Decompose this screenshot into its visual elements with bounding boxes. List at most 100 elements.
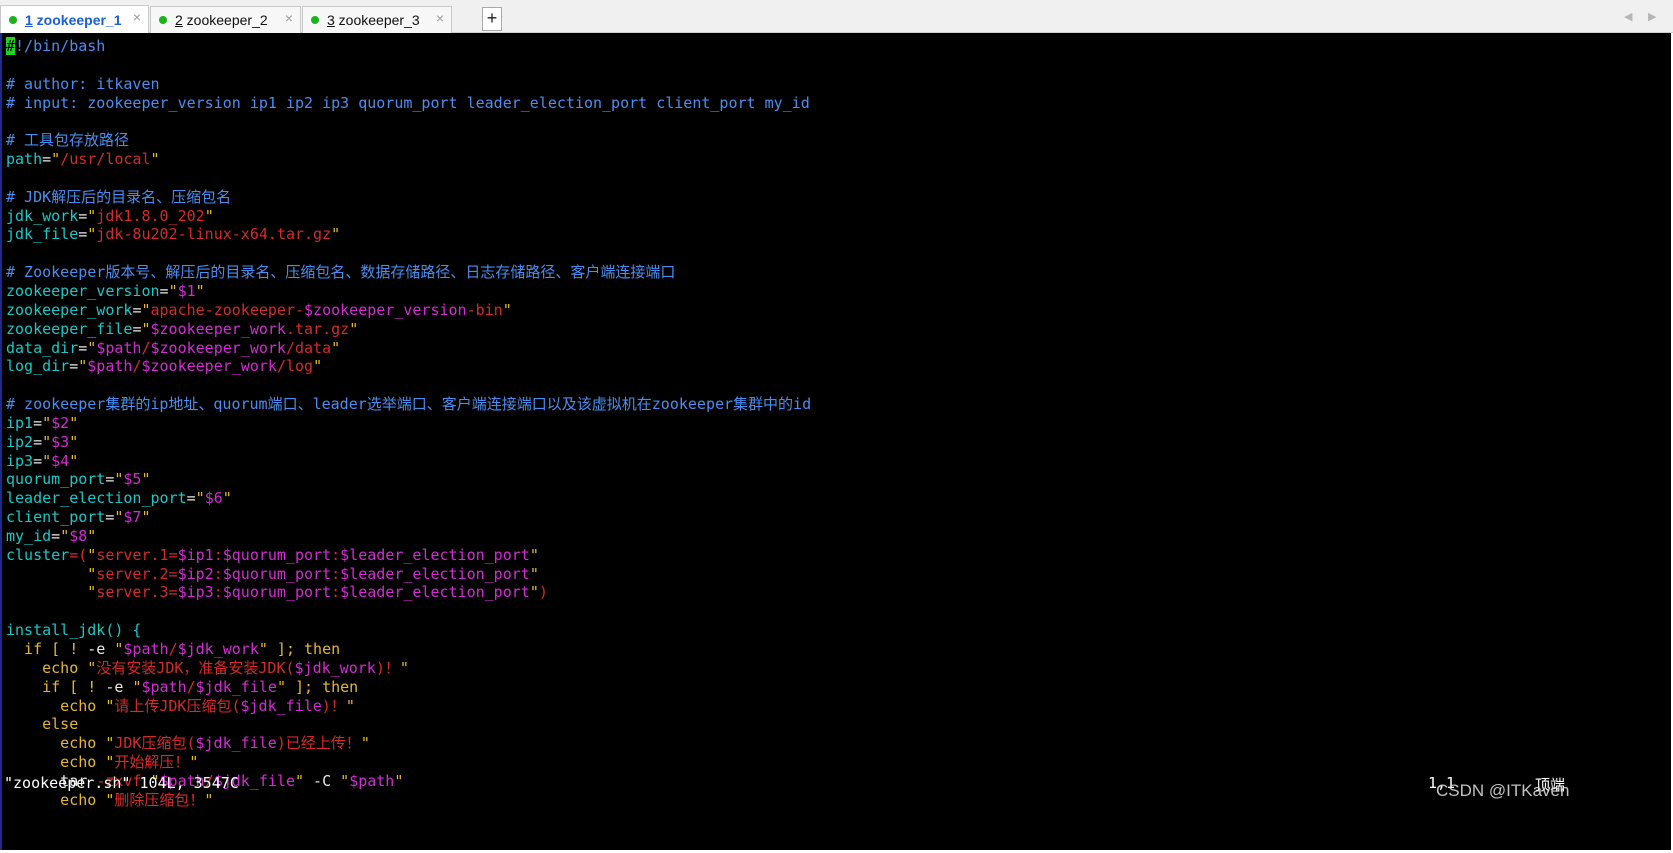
code-line: #!/bin/bash [6,37,811,56]
tab-label: 1 zookeeper_1 [25,11,122,28]
code-line: jdk_work="jdk1.8.0_202" [6,207,811,226]
tab-zookeeper-3[interactable]: 3 zookeeper_3 × [302,6,452,33]
code-token: .tar.gz [285,319,350,338]
code-token: echo [6,753,106,772]
code-token: : [331,545,341,564]
code-token: $path [87,357,133,376]
code-line: leader_election_port="$6" [6,489,811,508]
code-line: zookeeper_version="$1" [6,282,811,301]
code-token: = [69,357,79,376]
code-token: " [87,658,97,677]
code-token: # 工具包存放路径 [6,131,130,150]
code-token: " [87,583,97,602]
code-token: /data [285,338,332,357]
code-token: / [168,640,178,658]
code-token: = [159,281,169,300]
code-token: $ip3 [177,583,214,602]
code-token: client_port [6,508,106,527]
code-token: -e [87,640,106,658]
code-token: " [529,564,539,583]
close-tab-icon[interactable]: × [436,10,444,26]
code-line: "server.2=$ip2:$quorum_port:$leader_elec… [6,565,811,584]
code-token: " [51,150,61,169]
code-line: ip1="$2" [6,414,811,433]
code-token: log_dir [6,357,70,376]
code-line: echo "没有安装JDK，准备安装JDK($jdk_work)！" [6,659,811,678]
code-token: " [529,545,539,564]
code-line: # Zookeeper版本号、解压后的目录名、压缩包名、数据存储路径、日志存储路… [6,263,811,282]
code-token: : [213,583,223,602]
close-tab-icon[interactable]: × [285,10,293,26]
code-line: quorum_port="$5" [6,470,811,489]
code-token: " [399,658,409,677]
code-token: " [69,413,79,432]
code-token: $4 [51,451,70,470]
code-line: cluster=("server.1=$ip1:$quorum_port:$le… [6,546,811,565]
tab-label: 2 zookeeper_2 [175,12,268,28]
code-token: zookeeper_file [6,319,133,338]
tab-label: 3 zookeeper_3 [327,12,420,28]
code-token: " [69,451,79,470]
code-token: $path [96,338,142,357]
tab-zookeeper-1[interactable]: 1 zookeeper_1 × [0,5,149,33]
code-line: # author: itkaven [6,75,811,94]
code-token: " [529,583,539,602]
code-token: " [258,640,268,658]
code-token: " [331,338,341,357]
code-token: $jdk_work [177,640,259,658]
code-token: " [69,432,79,451]
code-token: $zookeeper_work [141,357,277,376]
code-token: apache-zookeeper- [150,300,305,319]
code-token: -C [304,771,341,790]
code-token: my_id [6,526,52,545]
code-line: path="/usr/local" [6,150,811,169]
code-token: ip3 [6,451,34,470]
code-token: " [295,771,305,790]
terminal-viewport[interactable]: #!/bin/bash # author: itkaven # input: zo… [0,33,1671,850]
code-token: " [276,677,286,696]
code-token: cluster [6,545,70,564]
code-line: echo "请上传JDK压缩包($jdk_file)！" [6,697,811,716]
add-tab-button[interactable]: + [482,7,502,31]
code-token: ip2 [6,432,34,451]
code-line: if [ ! -e "$path/$jdk_work" ]; then [6,640,811,659]
code-token: 开始解压！ [114,753,190,772]
code-token: /usr/local [60,150,151,169]
status-file-info: "zookeeper.sh" 104L, 3547C [4,774,239,792]
code-token: )已经上传！ [276,734,361,753]
code-token: " [502,300,512,319]
tab-zookeeper-2[interactable]: 2 zookeeper_2 × [150,6,301,33]
code-token: if [ ! [6,677,106,696]
code-token: " [150,150,160,169]
code-token: $path [123,640,169,658]
scroll-tabs-left-icon[interactable]: ◀ [1624,10,1632,23]
code-token: $jdk_file [240,696,322,715]
code-line: data_dir="$path/$zookeeper_work/data" [6,339,811,358]
scroll-tabs-right-icon[interactable]: ▶ [1648,10,1656,23]
code-token: " [195,281,205,300]
code-token: = [33,451,43,470]
code-token: " [313,357,323,376]
code-token: $jdk_file [195,677,277,696]
code-buffer: #!/bin/bash # author: itkaven # input: zo… [6,37,811,810]
code-line: # input: zookeeper_version ip1 ip2 ip3 q… [6,94,811,113]
code-token: " [42,413,52,432]
close-tab-icon[interactable]: × [133,9,141,25]
code-token: = [78,206,88,225]
code-token: $2 [51,413,70,432]
code-token: " [87,564,97,583]
code-token: echo [6,790,106,809]
code-token: jdk_work [6,206,79,225]
connected-status-icon [159,16,167,24]
code-token: $zookeeper_work [150,338,286,357]
code-line: my_id="$8" [6,527,811,546]
code-token: $leader_election_port [340,545,530,564]
code-line: ip3="$4" [6,452,811,471]
code-line: # 工具包存放路径 [6,131,811,150]
